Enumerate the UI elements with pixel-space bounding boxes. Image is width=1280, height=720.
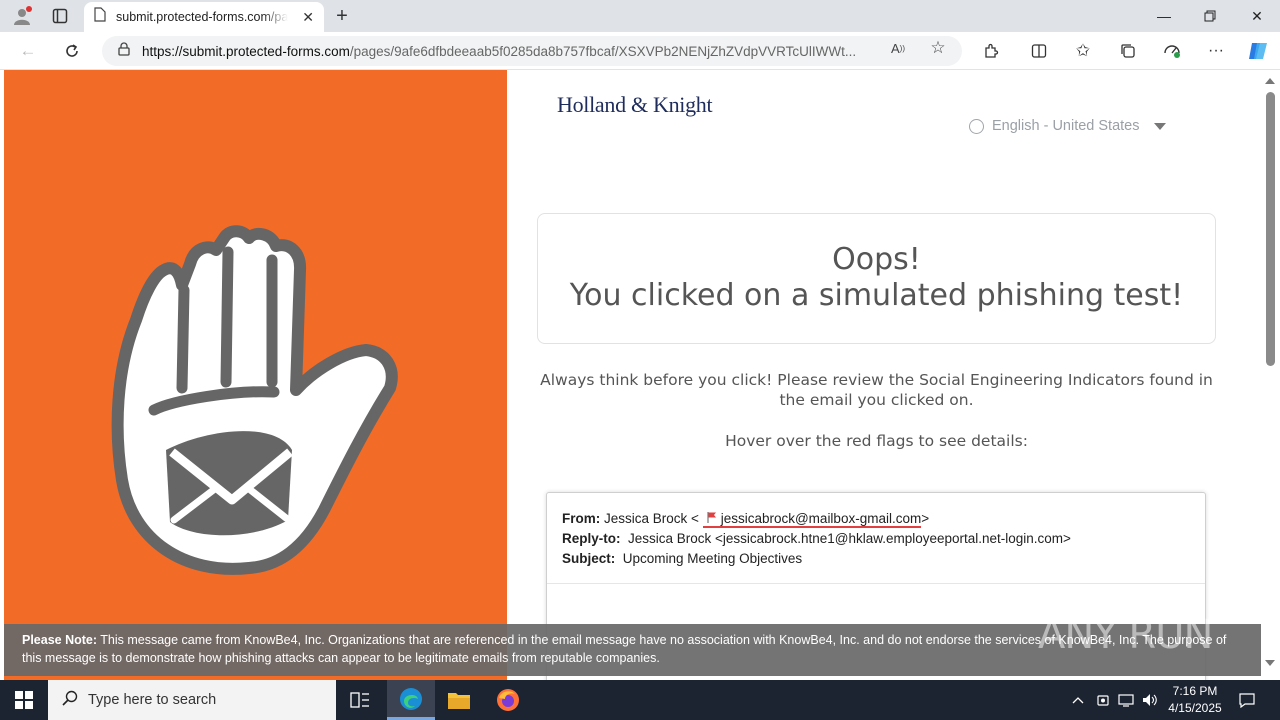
search-icon — [62, 690, 78, 710]
network-icon[interactable] — [1116, 680, 1136, 720]
tab-title: submit.protected-forms.com/pages/9afe6df… — [116, 10, 288, 24]
company-logo: Holland & Knight — [557, 92, 713, 117]
lock-icon[interactable] — [118, 41, 130, 61]
more-icon[interactable]: ··· — [1204, 40, 1228, 62]
copilot-icon[interactable] — [1246, 40, 1270, 62]
search-placeholder: Type here to search — [88, 692, 217, 708]
email-from-row: From: Jessica Brock < jessicabrock@mailb… — [562, 509, 1205, 529]
stop-hand-icon — [111, 225, 398, 575]
subject-label: Subject: — [562, 551, 616, 566]
volume-icon[interactable] — [1140, 680, 1160, 720]
hero-panel — [4, 70, 507, 680]
profile-icon[interactable] — [9, 4, 35, 28]
favorite-star-icon[interactable]: ☆ — [925, 38, 951, 58]
address-bar-row: ← https://submit.protected-forms.com/pag… — [0, 32, 1280, 70]
red-flag-icon[interactable] — [707, 509, 717, 523]
url-path: /pages/9afe6dfbdeeaab5f0285da8b757fbcaf/… — [349, 43, 857, 59]
from-name: Jessica Brock < — [604, 511, 699, 526]
active-tab[interactable]: submit.protected-forms.com/pages/9afe6df… — [84, 2, 324, 32]
close-icon[interactable]: ✕ — [302, 9, 314, 26]
hover-instructions: Hover over the red flags to see details: — [725, 432, 1028, 450]
file-explorer-icon[interactable] — [435, 680, 483, 720]
url-domain: https://submit.protected-forms.com — [142, 43, 350, 59]
email-replyto-row: Reply-to: Jessica Brock <jessicabrock.ht… — [562, 529, 1205, 549]
favorites-icon[interactable]: ✩ — [1071, 40, 1095, 62]
tray-chevron-icon[interactable] — [1068, 680, 1088, 720]
firefox-icon[interactable] — [484, 680, 532, 720]
replyto-value: Jessica Brock <jessicabrock.htne1@hklaw.… — [628, 531, 1071, 546]
clock-date: 4/15/2025 — [1168, 701, 1222, 715]
collections-icon[interactable] — [1116, 40, 1140, 62]
back-icon[interactable]: ← — [14, 38, 42, 64]
taskbar: Type here to search 7:16 PM 4/15/2025 — [0, 680, 1280, 720]
window-close-button[interactable]: ✕ — [1234, 0, 1280, 32]
scroll-down-icon[interactable] — [1265, 660, 1275, 666]
task-view-icon[interactable] — [336, 680, 384, 720]
refresh-icon[interactable] — [58, 38, 86, 64]
clock-time: 7:16 PM — [1172, 684, 1218, 698]
watermark-logo: ANY RUN — [1038, 612, 1213, 658]
subject-value: Upcoming Meeting Objectives — [622, 551, 803, 566]
from-close: > — [921, 511, 930, 526]
warning-subtitle: You clicked on a simulated phishing test… — [569, 278, 1184, 313]
scroll-up-icon[interactable] — [1265, 78, 1275, 84]
from-address: jessicabrock@mailbox-gmail.com — [720, 511, 922, 526]
page-icon — [94, 7, 106, 27]
minimize-button[interactable]: — — [1141, 0, 1187, 32]
read-aloud-icon[interactable]: A)) — [885, 38, 911, 58]
red-flag-from[interactable]: jessicabrock@mailbox-gmail.com — [702, 509, 922, 528]
language-selector[interactable]: English - United States — [969, 118, 1166, 134]
performance-icon[interactable] — [1160, 40, 1184, 62]
windows-start-icon[interactable] — [0, 680, 48, 720]
edge-taskbar-icon[interactable] — [387, 680, 435, 720]
scroll-thumb[interactable] — [1266, 92, 1275, 366]
globe-icon — [969, 118, 984, 134]
email-subject-row: Subject: Upcoming Meeting Objectives — [562, 549, 1205, 569]
tab-actions-icon[interactable] — [47, 4, 73, 28]
extensions-icon[interactable] — [979, 40, 1003, 62]
url-text: https://submit.protected-forms.com/pages… — [142, 44, 872, 59]
web-page: Holland & Knight English - United States… — [4, 70, 1262, 680]
tab-strip: submit.protected-forms.com/pages/9afe6df… — [0, 0, 1280, 32]
language-label: English - United States — [992, 118, 1140, 134]
page-scrollbar[interactable] — [1262, 70, 1280, 676]
security-tray-icon[interactable] — [1093, 680, 1113, 720]
system-clock[interactable]: 7:16 PM 4/15/2025 — [1160, 683, 1230, 717]
info-text: Always think before you click! Please re… — [540, 371, 1213, 409]
warning-card: Oops! You clicked on a simulated phishin… — [537, 213, 1216, 344]
restore-button[interactable] — [1187, 0, 1233, 32]
warning-title: Oops! — [832, 242, 921, 277]
note-label: Please Note: — [22, 633, 98, 647]
split-screen-icon[interactable] — [1027, 40, 1051, 62]
email-divider — [547, 583, 1205, 584]
replyto-label: Reply-to: — [562, 531, 621, 546]
chevron-down-icon — [1153, 122, 1166, 130]
taskbar-search[interactable]: Type here to search — [48, 680, 336, 720]
from-label: From: — [562, 511, 601, 526]
notification-icon[interactable] — [1236, 680, 1258, 720]
address-bar[interactable]: https://submit.protected-forms.com/pages… — [102, 36, 962, 66]
new-tab-icon[interactable]: + — [330, 4, 354, 28]
